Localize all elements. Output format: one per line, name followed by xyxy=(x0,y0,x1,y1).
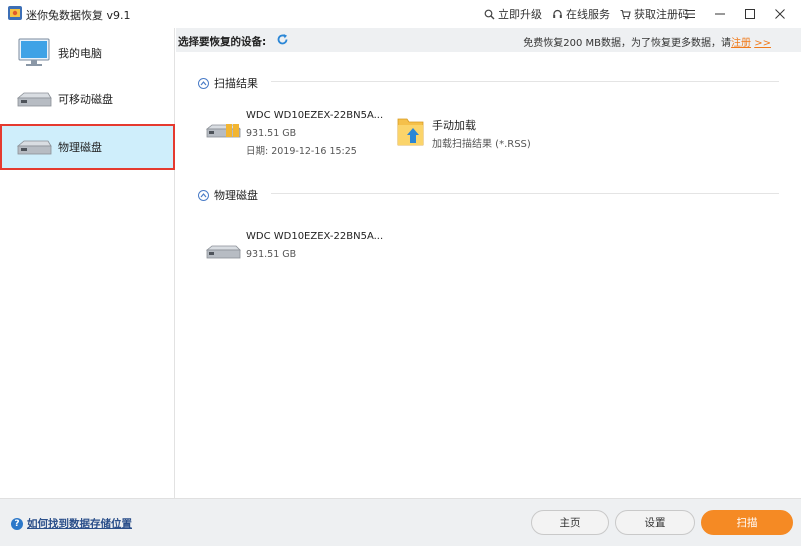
sidebar-item-label: 可移动磁盘 xyxy=(58,93,113,106)
app-logo-icon xyxy=(8,6,22,20)
register-arrow[interactable]: >> xyxy=(754,38,771,49)
upgrade-button[interactable]: 立即升级 xyxy=(484,6,542,22)
device-size: 931.51 GB xyxy=(246,249,297,260)
section-physical-disk-toggle[interactable]: 物理磁盘 xyxy=(198,187,258,203)
upgrade-icon xyxy=(484,9,495,19)
drive-icon xyxy=(16,140,52,155)
upgrade-label: 立即升级 xyxy=(498,8,542,21)
title-bar: 迷你兔数据恢复 v9.1 立即升级 在线服务 获取注册码 xyxy=(0,0,801,28)
promo-message: 免费恢复200 MB数据，为了恢复更多数据，请 xyxy=(523,38,732,49)
sidebar: 我的电脑 可移动磁盘 物理磁盘 xyxy=(0,28,175,498)
device-date: 日期: 2019-12-16 15:25 xyxy=(246,146,357,157)
sidebar-item-my-computer[interactable]: 我的电脑 xyxy=(0,30,175,76)
drive-icon xyxy=(206,124,241,138)
scan-button[interactable]: 扫描 xyxy=(701,510,793,535)
footer-bar: ? 如何找到数据存储位置 主页 设置 扫描 xyxy=(0,498,801,546)
select-device-label: 选择要恢复的设备: xyxy=(178,36,267,48)
register-link[interactable]: 注册 xyxy=(731,38,751,49)
device-size: 931.51 GB xyxy=(246,128,297,139)
cart-icon xyxy=(620,9,631,19)
drive-icon xyxy=(16,92,52,107)
folder-icon xyxy=(397,118,424,146)
manual-load-subtitle: 加载扫描结果 (*.RSS) xyxy=(432,139,531,150)
section-divider xyxy=(271,81,779,82)
maximize-button[interactable] xyxy=(735,4,765,24)
section-scan-results-toggle[interactable]: 扫描结果 xyxy=(198,75,258,91)
sidebar-item-removable-disk[interactable]: 可移动磁盘 xyxy=(0,76,175,122)
minimize-button[interactable] xyxy=(705,4,735,24)
monitor-icon xyxy=(18,38,50,66)
main-panel: 选择要恢复的设备: 免费恢复200 MB数据，为了恢复更多数据，请注册 >> 扫… xyxy=(176,28,801,498)
close-button[interactable] xyxy=(765,4,795,24)
sidebar-item-label: 我的电脑 xyxy=(58,47,102,60)
promo-text: 免费恢复200 MB数据，为了恢复更多数据，请注册 >> xyxy=(523,34,771,49)
help-text: 如何找到数据存储位置 xyxy=(27,518,132,530)
menu-button[interactable] xyxy=(675,4,705,24)
section-title: 扫描结果 xyxy=(214,77,258,90)
main-header: 选择要恢复的设备: 免费恢复200 MB数据，为了恢复更多数据，请注册 >> xyxy=(176,28,801,52)
help-icon: ? xyxy=(11,517,23,530)
refresh-icon[interactable] xyxy=(276,33,289,46)
sidebar-item-label: 物理磁盘 xyxy=(58,141,102,154)
drive-icon xyxy=(206,245,241,259)
hamburger-icon xyxy=(685,10,695,18)
sidebar-item-physical-disk[interactable]: 物理磁盘 xyxy=(0,124,175,170)
section-divider xyxy=(271,193,779,194)
collapse-icon xyxy=(198,77,209,89)
headset-icon xyxy=(553,9,562,18)
device-card-scan-result[interactable]: WDC WD10EZEX-22BN5A... 931.51 GB 日期: 201… xyxy=(206,110,386,158)
home-button[interactable]: 主页 xyxy=(531,510,609,535)
device-card-physical-disk[interactable]: WDC WD10EZEX-22BN5A... 931.51 GB xyxy=(206,231,386,267)
settings-button[interactable]: 设置 xyxy=(615,510,695,535)
manual-load-title: 手动加载 xyxy=(432,119,476,132)
device-name: WDC WD10EZEX-22BN5A... xyxy=(246,231,384,242)
section-title: 物理磁盘 xyxy=(214,189,258,202)
maximize-icon xyxy=(745,9,755,19)
collapse-icon xyxy=(198,189,209,201)
manual-load-card[interactable]: 手动加载 加载扫描结果 (*.RSS) xyxy=(396,113,556,153)
minimize-icon xyxy=(715,13,725,15)
app-title: 迷你兔数据恢复 v9.1 xyxy=(26,9,131,22)
help-link[interactable]: ? 如何找到数据存储位置 xyxy=(11,516,132,531)
online-service-button[interactable]: 在线服务 xyxy=(552,6,610,22)
close-icon xyxy=(775,9,785,19)
device-name: WDC WD10EZEX-22BN5A... xyxy=(246,110,384,121)
online-service-label: 在线服务 xyxy=(566,8,610,21)
